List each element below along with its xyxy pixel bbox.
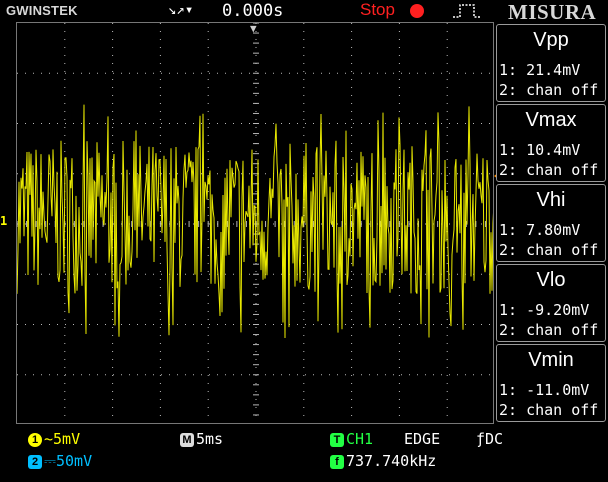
timebase-readout[interactable]: M 5ms — [180, 430, 223, 448]
frequency-value: 737.740kHz — [346, 452, 437, 470]
measurement-panel: Vpp 1: 21.4mV 2: chan off Vmax 1: 10.4mV… — [496, 22, 608, 424]
brand-logo: GWINSTEK — [6, 3, 78, 18]
measure-title: Vlo — [536, 269, 566, 291]
waveform-display — [16, 22, 494, 424]
measure-item-vhi[interactable]: Vhi 1: 7.80mV 2: chan off — [496, 184, 606, 262]
ch2-scale-readout[interactable]: 2 ⎓50mV — [28, 452, 92, 470]
top-status-bar: GWINSTEK ↘︎↗︎▾ 0.000s Stop MISURA — [0, 0, 608, 24]
trigger-coupling: DC — [485, 430, 504, 448]
dc-coupling-icon: ⎓ — [44, 452, 56, 470]
edge-trigger-icon — [453, 4, 481, 18]
measure-ch2-value: 2: chan off — [499, 161, 599, 179]
measure-ch1-value: 1: 21.4mV — [499, 61, 581, 79]
measure-title: Vmax — [525, 109, 577, 131]
trigger-position-marker-icon: ▼ — [250, 22, 257, 35]
trigger-source: CH1 — [346, 430, 374, 448]
measure-item-vpp[interactable]: Vpp 1: 21.4mV 2: chan off — [496, 24, 606, 102]
trigger-arrows-icon: ↘︎↗︎▾ — [168, 2, 194, 18]
trigger-coupling-readout[interactable]: ƒDC — [476, 430, 503, 448]
ch2-badge-icon: 2 — [28, 455, 42, 469]
trigger-source-readout[interactable]: T CH1 — [330, 430, 373, 448]
stop-indicator-icon — [410, 4, 424, 18]
measure-item-vlo[interactable]: Vlo 1: -9.20mV 2: chan off — [496, 264, 606, 342]
ch1-scale-readout[interactable]: 1 ~5mV — [28, 430, 80, 448]
measure-title: Vhi — [536, 189, 566, 211]
measure-ch2-value: 2: chan off — [499, 321, 599, 339]
measure-ch2-value: 2: chan off — [499, 401, 599, 419]
ch2-scale: 50mV — [55, 452, 93, 470]
measure-ch1-value: 1: 7.80mV — [499, 221, 581, 239]
measure-title: Vmin — [528, 349, 574, 371]
trigger-type[interactable]: EDGE — [404, 430, 440, 448]
rising-edge-icon: ƒ — [476, 430, 486, 448]
ch1-badge-icon: 1 — [28, 433, 42, 447]
ac-coupling-icon: ~ — [44, 430, 54, 448]
measure-ch1-value: 1: -9.20mV — [499, 301, 590, 319]
measure-ch1-value: 1: -11.0mV — [499, 381, 590, 399]
waveform-svg — [17, 23, 493, 423]
measure-ch1-value: 1: 10.4mV — [499, 141, 581, 159]
time-position: 0.000s — [222, 1, 284, 21]
run-status: Stop — [360, 0, 395, 19]
ch1-waveform-trace — [17, 104, 493, 339]
measure-ch2-value: 2: chan off — [499, 81, 599, 99]
ch1-ground-marker: 1 — [0, 214, 8, 228]
bottom-status-bar: 1 ~5mV 2 ⎓50mV M 5ms T CH1 EDGE ƒDC f 737.740… — [0, 424, 608, 482]
measure-item-vmin[interactable]: Vmin 1: -11.0mV 2: chan off — [496, 344, 606, 422]
trigger-badge-icon: T — [330, 433, 344, 447]
measure-ch2-value: 2: chan off — [499, 241, 599, 259]
timebase-value: 5ms — [196, 430, 224, 448]
measure-item-vmax[interactable]: Vmax 1: 10.4mV 2: chan off — [496, 104, 606, 182]
ch1-scale: 5mV — [53, 430, 81, 448]
frequency-badge-icon: f — [330, 455, 344, 469]
frequency-readout: f 737.740kHz — [330, 452, 436, 470]
measure-title: Vpp — [533, 29, 569, 51]
timebase-badge-icon: M — [180, 433, 194, 447]
